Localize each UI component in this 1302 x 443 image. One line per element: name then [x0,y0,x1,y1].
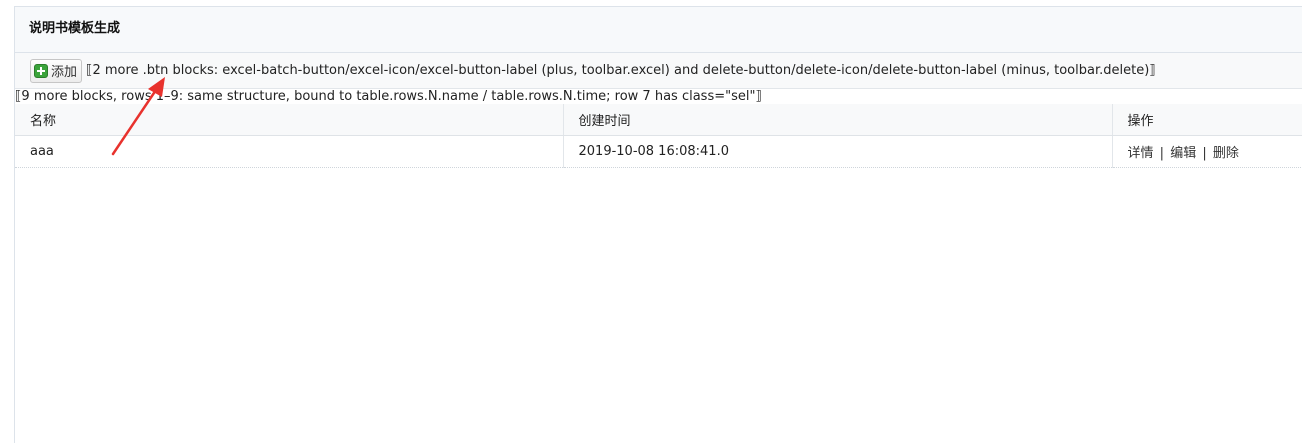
table-row[interactable]: aaa 2019-10-08 16:08:41.0 详情 | 编辑 | 删除 [15,135,1302,168]
table-header-row: 名称 创建时间 操作 [15,104,1302,136]
column-header-actions: 操作 [1112,104,1302,136]
toolbar: 添加 ⟦2 more .btn blocks: excel-batch-butt… [15,53,1302,89]
panel-title: 说明书模板生成 [15,7,1302,53]
detail-link[interactable]: 详情 [1128,146,1154,161]
delete-link[interactable]: 删除 [1213,146,1239,161]
edit-link[interactable]: 编辑 [1170,146,1196,161]
add-icon [34,63,48,78]
column-header-name[interactable]: 名称 [15,104,564,136]
row-created-time: 2019-10-08 16:08:41.0 [563,135,1113,168]
table-body: aaa 2019-10-08 16:08:41.0 详情 | 编辑 | 删除 [15,135,1302,168]
add-button-label: 添加 [51,65,78,80]
action-separator: | [1159,146,1165,161]
action-separator: | [1202,146,1207,161]
add-button[interactable]: 添加 [30,58,83,83]
template-table: 名称 创建时间 操作 aaa 2019-10-08 16:08:41.0 详情 … [15,104,1302,168]
row-actions: 详情 | 编辑 | 删除 [1112,135,1302,168]
row-name: aaa [15,135,564,168]
template-panel: 说明书模板生成 添加 ⟦2 more .btn blocks: excel-ba… [14,6,1302,443]
column-header-created-time[interactable]: 创建时间 [563,104,1113,136]
